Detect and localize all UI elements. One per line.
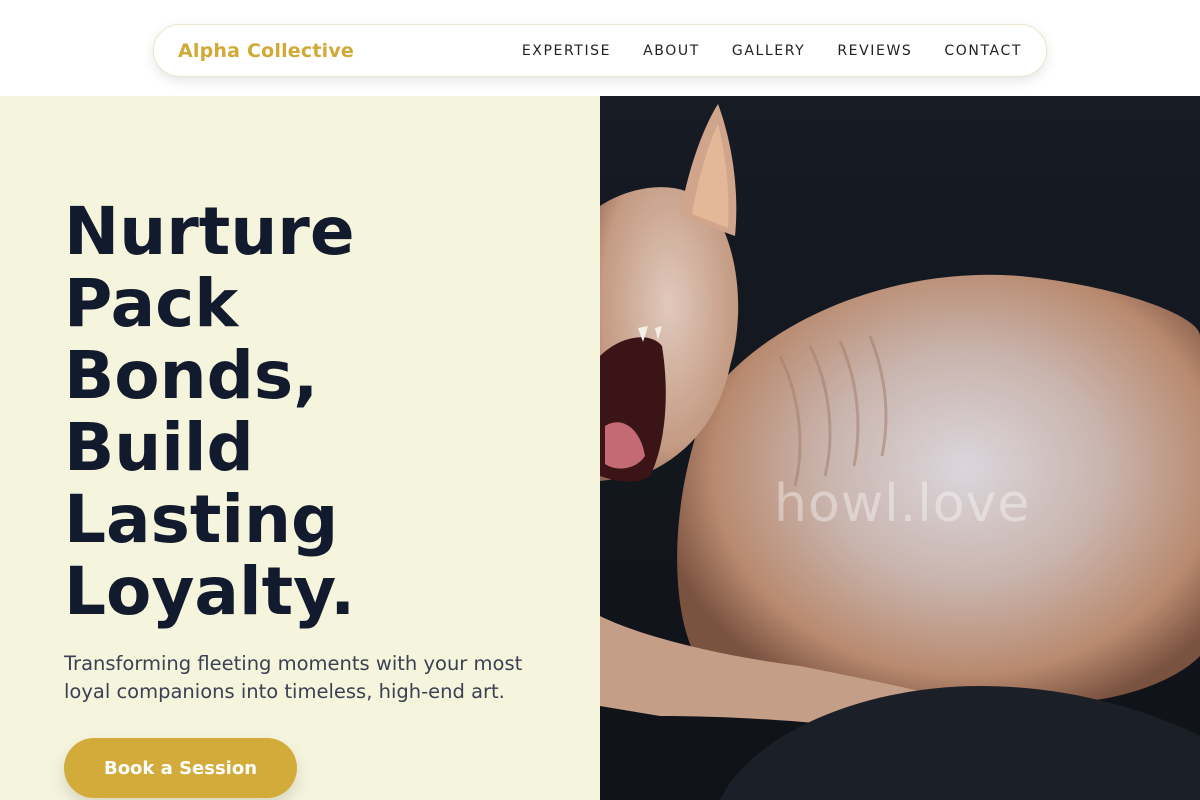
nav-link-reviews[interactable]: REVIEWS [837,43,912,59]
brand-logo-text[interactable]: Alpha Collective [178,40,354,62]
nav-link-expertise[interactable]: EXPERTISE [522,43,611,59]
headline-line-4: Build [64,409,254,486]
headline-line-3: Bonds, [64,337,319,414]
headline-line-6: Loyalty. [64,553,356,630]
hairless-cat-photo [600,96,1200,800]
headline-line-5: Lasting [64,481,339,558]
nav-link-contact[interactable]: CONTACT [944,43,1022,59]
hero-text-panel: Nurture Pack Bonds, Build Lasting Loyalt… [0,96,600,800]
nav-link-about[interactable]: ABOUT [643,43,700,59]
navbar: Alpha Collective EXPERTISE ABOUT GALLERY… [153,24,1047,77]
book-session-button[interactable]: Book a Session [64,738,297,798]
nav-link-gallery[interactable]: GALLERY [732,43,805,59]
headline-line-2: Pack [64,265,239,342]
hero-headline: Nurture Pack Bonds, Build Lasting Loyalt… [64,196,564,628]
hero-image: howl.love [600,96,1200,800]
nav-links: EXPERTISE ABOUT GALLERY REVIEWS CONTACT [522,43,1022,59]
hero-subtitle: Transforming fleeting moments with your … [64,652,523,703]
header: Alpha Collective EXPERTISE ABOUT GALLERY… [0,0,1200,96]
headline-line-1: Nurture [64,193,355,270]
image-watermark: howl.love [774,474,1031,534]
